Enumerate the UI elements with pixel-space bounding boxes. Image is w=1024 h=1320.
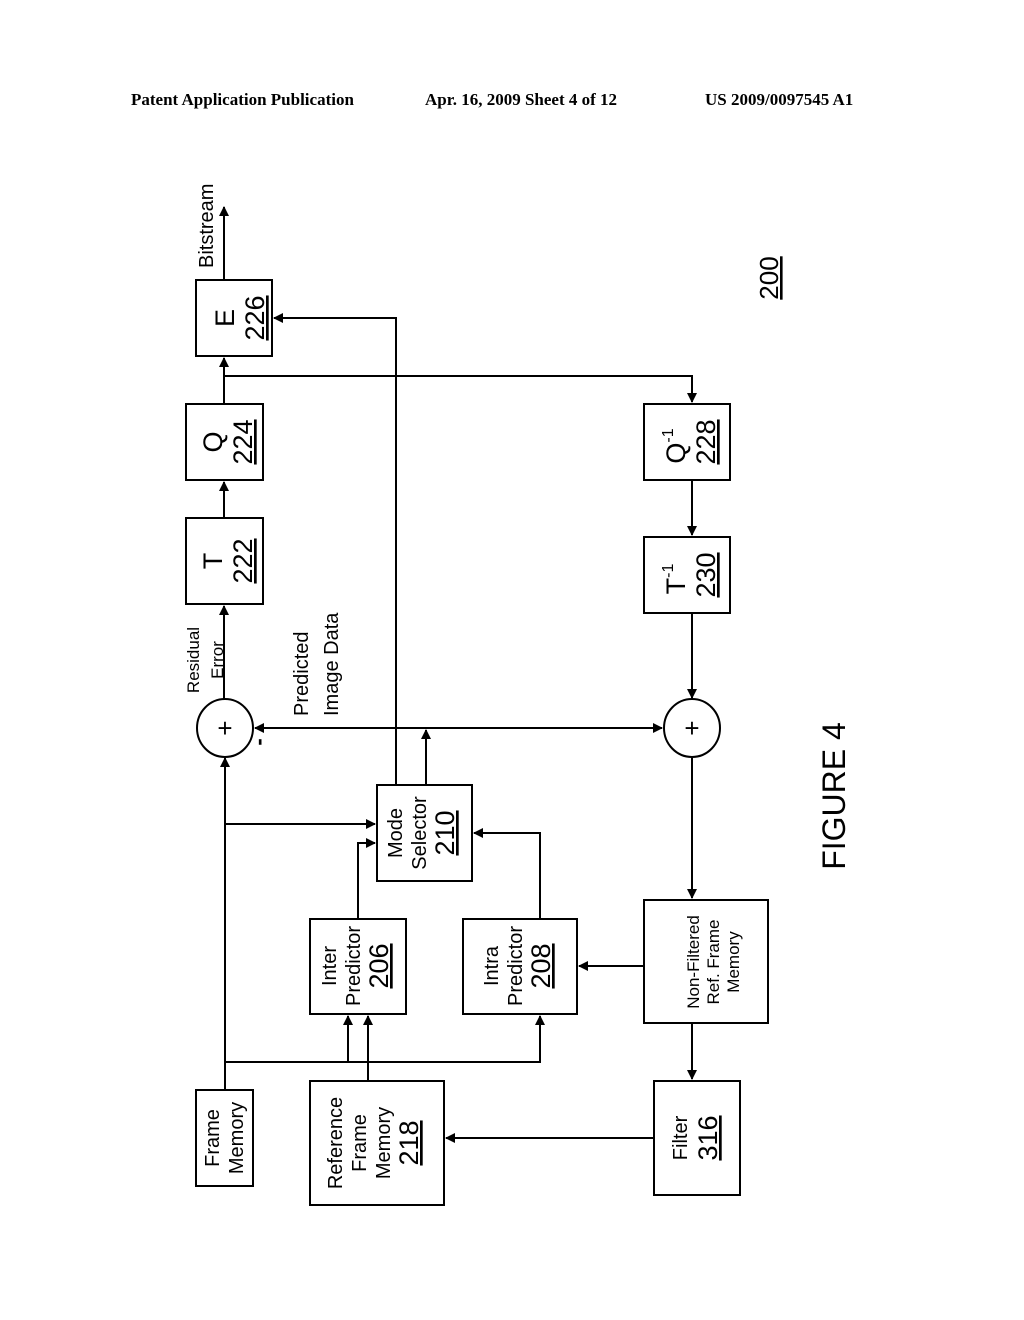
non-filtered-line3: Memory (724, 931, 743, 993)
block-diagram: E 226 Q 224 T 222 Q-1 228 T-1 230 Mode S… (184, 184, 852, 1206)
inter-predictor-ref: 206 (364, 943, 394, 988)
transform-ref: 222 (228, 538, 258, 583)
ref-memory-line2: Frame (349, 1114, 371, 1172)
encoder-name: E (210, 309, 240, 327)
transform-block: T 222 (185, 517, 264, 605)
frame-memory-block: Frame Memory (195, 1089, 254, 1187)
mode-selector-line2: Selector (409, 796, 431, 870)
frame-memory-line2: Memory (226, 1102, 248, 1174)
quantizer-ref: 224 (228, 419, 258, 464)
reference-frame-memory-block: Reference Frame Memory 218 (309, 1080, 445, 1206)
predicted-label-line2: Image Data (321, 612, 343, 716)
inter-predictor-line2: Predictor (343, 926, 365, 1006)
intra-predictor-ref: 208 (526, 943, 556, 988)
non-filtered-line2: Ref. Frame (704, 919, 723, 1004)
intra-predictor-line1: Intra (481, 945, 503, 986)
mode-selector-line1: Mode (385, 808, 407, 858)
inverse-transform-block: T-1 230 (643, 536, 731, 614)
inter-predictor-block: Inter Predictor 206 (309, 918, 407, 1015)
filter-name: Filter (670, 1115, 692, 1160)
non-filtered-memory-block: Non-Filtered Ref. Frame Memory (643, 899, 769, 1024)
inverse-transform-superscript: -1 (660, 564, 677, 578)
transform-name: T (198, 553, 228, 570)
inverse-quantizer-block: Q-1 228 (643, 403, 731, 481)
quantizer-name: Q (198, 431, 228, 452)
encoder-block: E 226 (195, 279, 273, 357)
inverse-quantizer-superscript: -1 (660, 428, 677, 442)
filter-block: Filter 316 (653, 1080, 741, 1196)
filter-ref: 316 (693, 1115, 723, 1160)
intra-predictor-block: Intra Predictor 208 (462, 918, 578, 1015)
intra-to-mode-selector-arrow (473, 828, 541, 919)
bitstream-label: Bitstream (196, 184, 218, 268)
frame-memory-line1: Frame (202, 1109, 224, 1167)
inverse-transform-ref: 230 (691, 552, 721, 597)
inter-to-mode-selector-arrow (357, 838, 376, 919)
reconstruction-summer: + (663, 698, 721, 758)
ref-memory-ref: 218 (394, 1120, 424, 1165)
predicted-label-line1: Predicted (291, 632, 313, 717)
quantizer-block: Q 224 (185, 403, 264, 481)
inverse-transform-name: T (661, 578, 691, 595)
inverse-quantizer-name: Q (661, 443, 691, 464)
ref-memory-line3: Memory (373, 1107, 395, 1179)
figure-reference-number: 200 (754, 256, 784, 299)
residual-summer-plus: + (217, 713, 232, 743)
mode-selector-ref: 210 (430, 810, 460, 855)
residual-summer-minus: - (246, 738, 271, 745)
residual-label-line2: Error (208, 641, 227, 679)
ref-memory-line1: Reference (325, 1097, 347, 1189)
frame-to-intra-arrow (225, 1015, 545, 1063)
non-filtered-line1: Non-Filtered (684, 915, 703, 1009)
intra-predictor-line2: Predictor (505, 926, 527, 1006)
reconstruction-summer-plus: + (684, 713, 699, 743)
encoder-ref: 226 (240, 295, 270, 340)
figure-title: FIGURE 4 (816, 722, 852, 870)
q-to-qinv-arrow (224, 375, 697, 403)
mode-selector-block: Mode Selector 210 (376, 784, 473, 882)
inter-predictor-line1: Inter (319, 946, 341, 986)
residual-label-line1: Residual (184, 627, 203, 693)
inverse-quantizer-ref: 228 (691, 419, 721, 464)
